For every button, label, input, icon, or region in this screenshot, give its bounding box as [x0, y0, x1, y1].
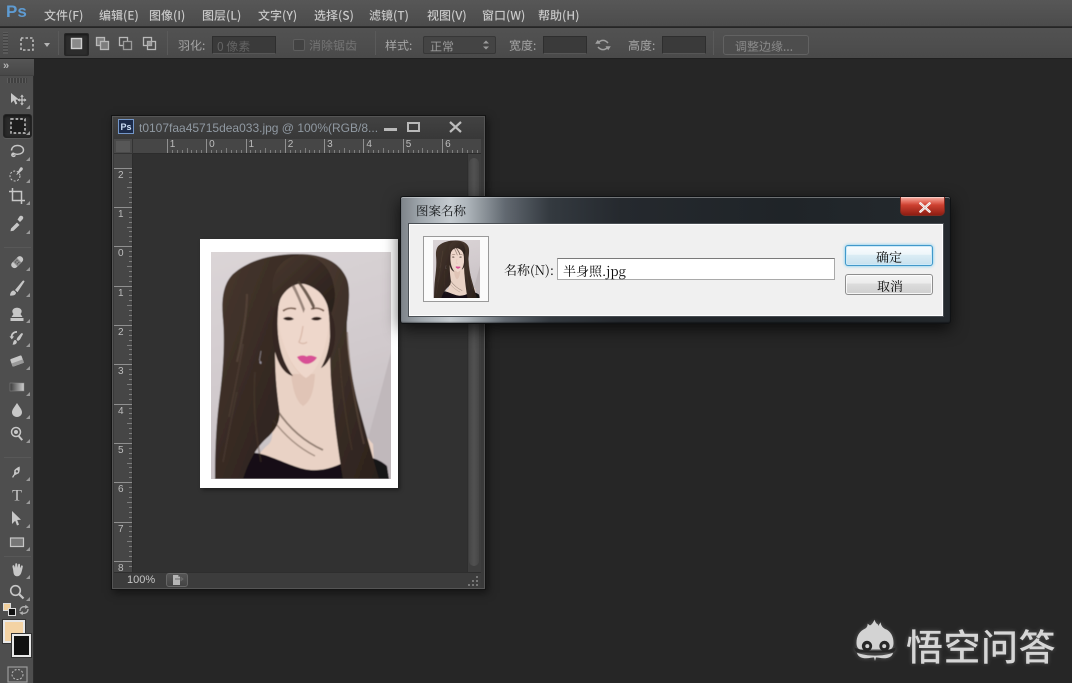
svg-text:T: T — [12, 488, 22, 505]
